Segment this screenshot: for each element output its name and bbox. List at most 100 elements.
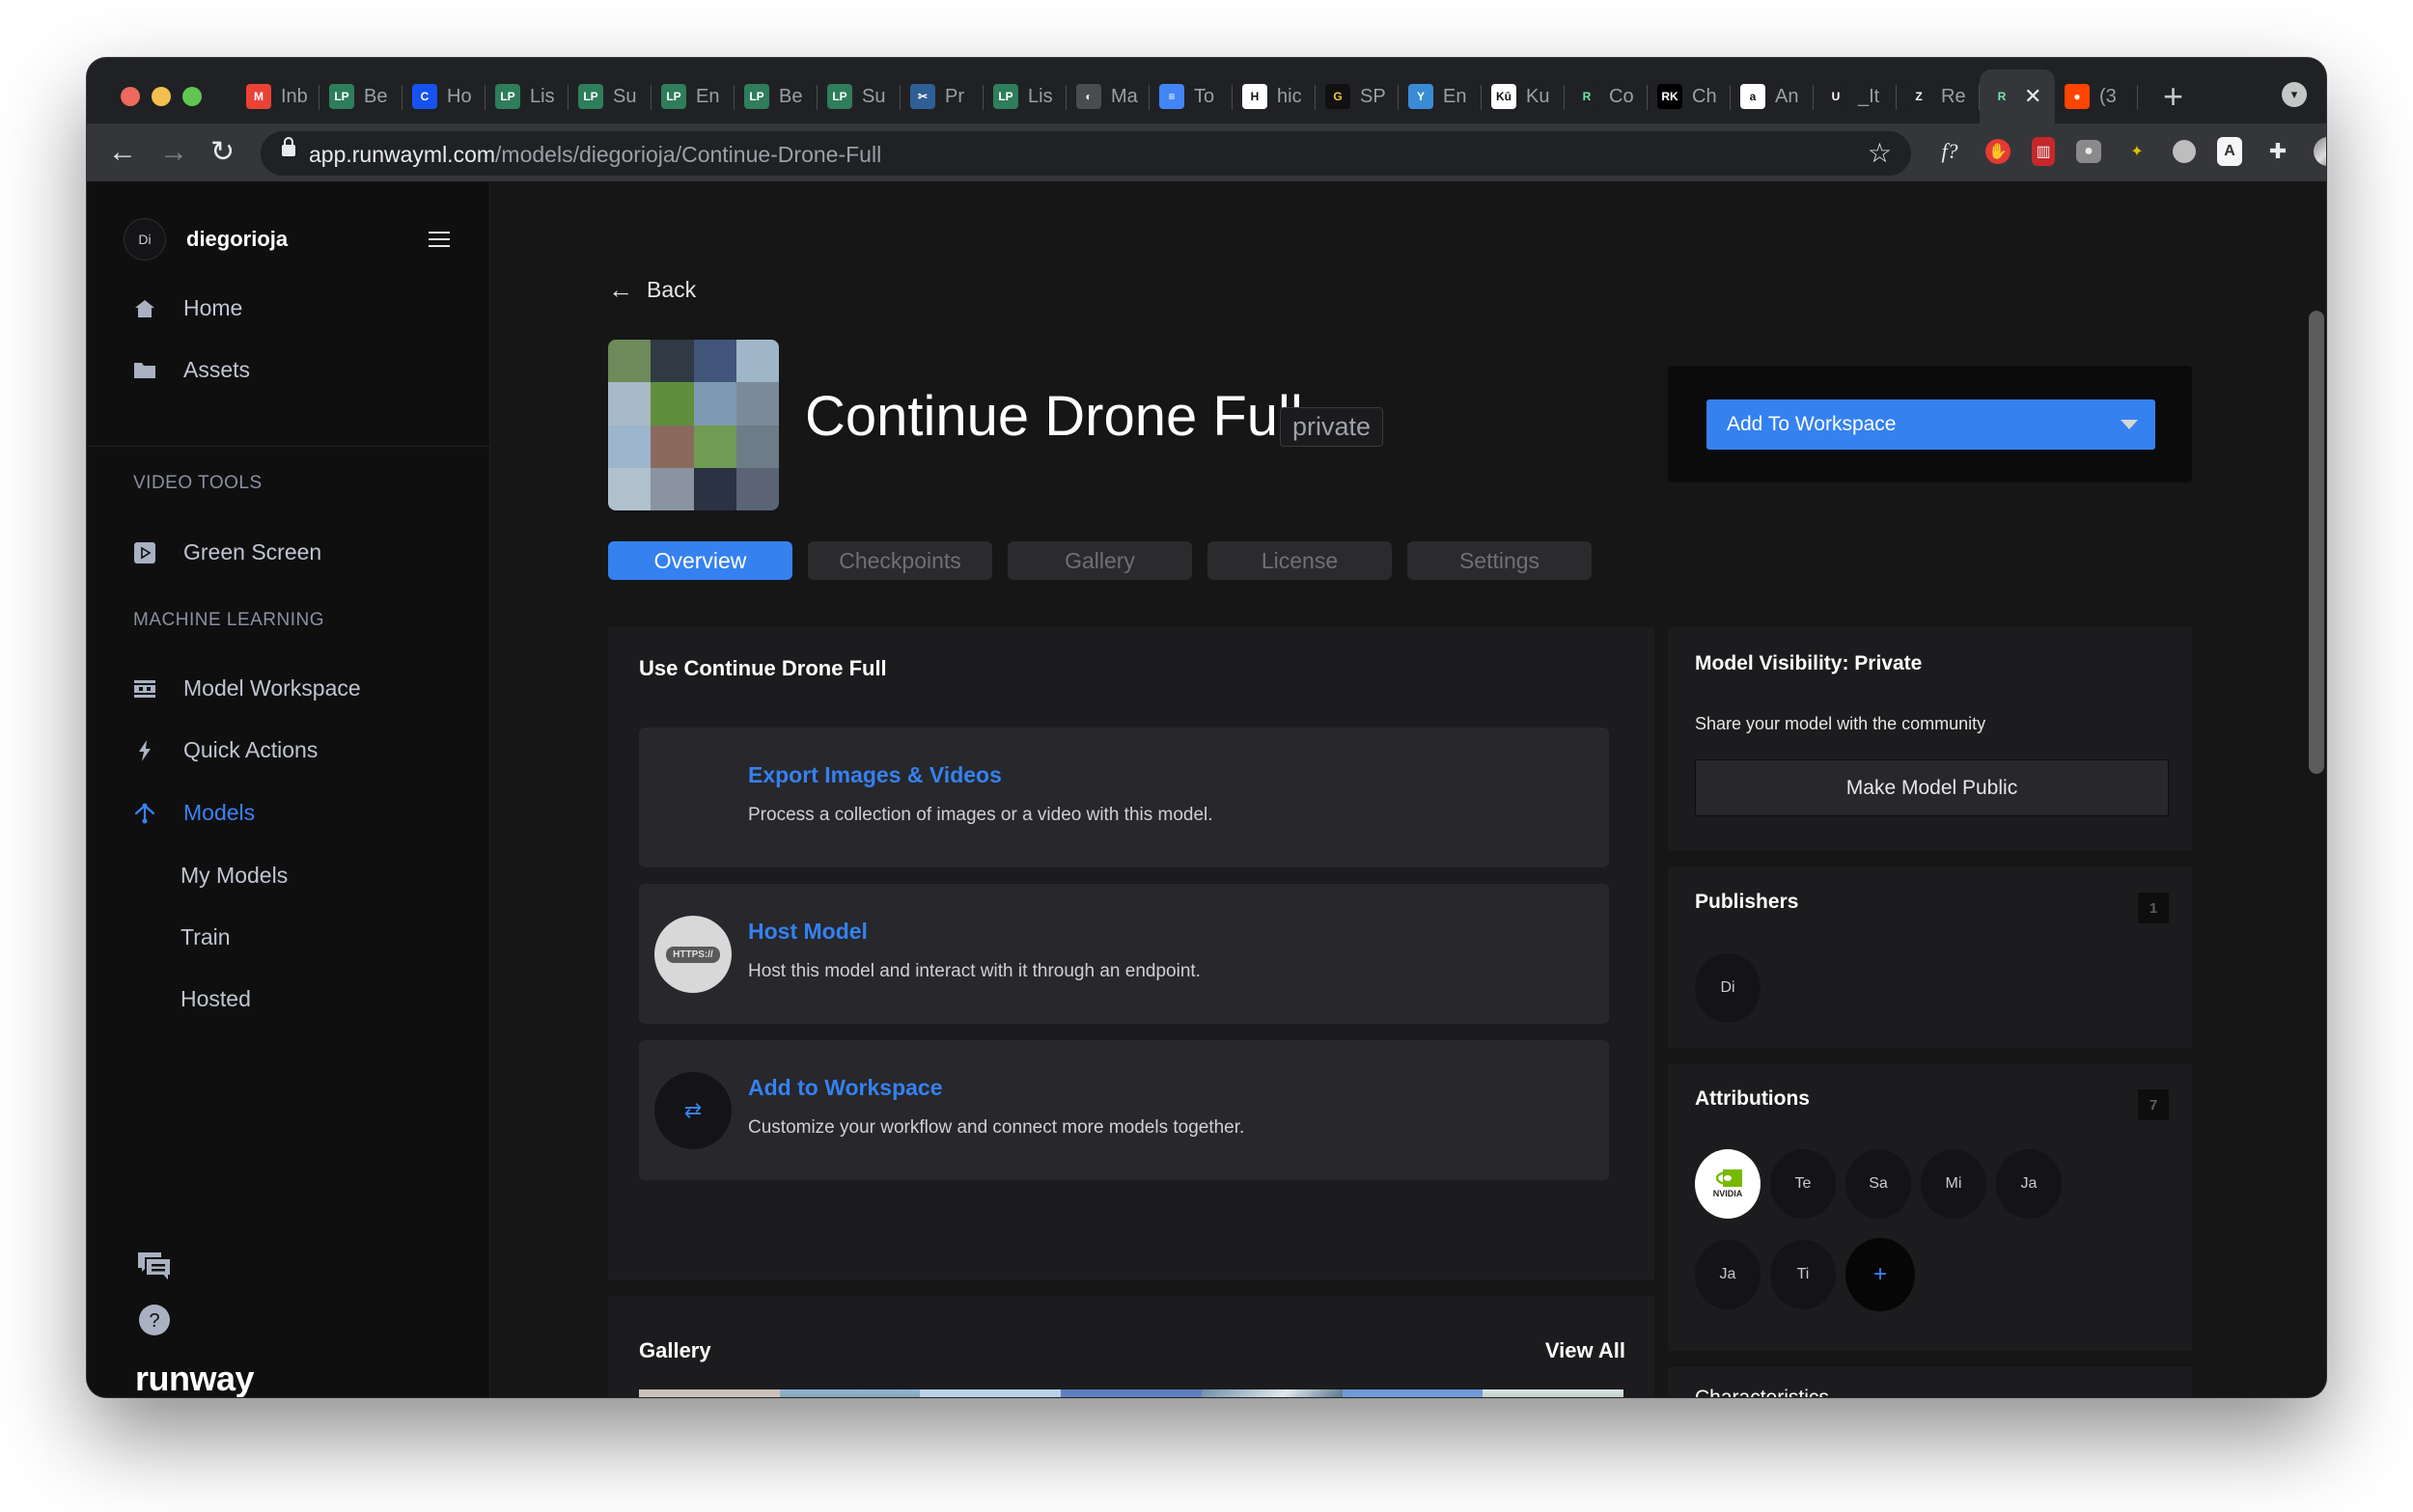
browser-tab[interactable]: Kū Ku (1482, 69, 1565, 124)
reload-icon[interactable]: ↻ (210, 135, 235, 170)
red-extension-icon[interactable]: ▥ (2032, 137, 2055, 166)
forward-arrow-icon[interactable]: → (159, 135, 188, 170)
sidebar-item-models[interactable]: Models (133, 800, 255, 826)
tab-license[interactable]: License (1207, 541, 1392, 580)
add-attribution-button[interactable]: + (1845, 1238, 1915, 1311)
browser-tab[interactable]: a An (1731, 69, 1814, 124)
sidebar-item-assets[interactable]: Assets (133, 357, 250, 383)
circle-extension-icon[interactable] (2173, 140, 2196, 163)
browser-tab[interactable]: LP Be (735, 69, 818, 124)
back-arrow-icon[interactable]: ← (108, 135, 137, 170)
attribution-avatar[interactable]: Ja (1996, 1149, 2062, 1219)
tab-gallery[interactable]: Gallery (1008, 541, 1192, 580)
browser-tab[interactable]: ● (3 (2055, 69, 2138, 124)
browser-tab[interactable]: G SP (1316, 69, 1399, 124)
tab-search-icon[interactable]: ▾ (2282, 82, 2307, 107)
sidebar-item-green-screen[interactable]: Green Screen (133, 539, 321, 565)
sidebar-subitem-hosted[interactable]: Hosted (180, 986, 251, 1012)
tab-title: Re (1941, 85, 1966, 107)
browser-tab[interactable]: LP Lis (984, 69, 1067, 124)
attribution-avatar[interactable]: Te (1770, 1149, 1836, 1219)
action-description: Customize your workflow and connect more… (748, 1117, 1245, 1138)
view-all-link[interactable]: View All (1545, 1338, 1625, 1363)
attribution-avatar[interactable]: Ja (1695, 1240, 1761, 1309)
url-text[interactable]: app.runwayml.com/models/diegorioja/Conti… (309, 142, 881, 168)
formula-extension-icon[interactable]: f? (1935, 137, 1964, 166)
sidebar-item-quick-actions[interactable]: Quick Actions (133, 737, 318, 763)
runway-logo[interactable]: runway (135, 1359, 255, 1397)
gallery-thumbnail[interactable] (1201, 1389, 1343, 1397)
add-to-workspace-card[interactable]: ⇄ Add to Workspace Customize your workfl… (639, 1040, 1609, 1180)
g-icon: G (1325, 84, 1350, 109)
chat-icon[interactable] (138, 1252, 173, 1288)
profile-avatar-icon[interactable] (2314, 137, 2326, 166)
browser-tab[interactable]: U _It (1814, 69, 1897, 124)
tab-settings[interactable]: Settings (1407, 541, 1592, 580)
browser-tab[interactable]: R Co (1565, 69, 1648, 124)
browser-tab[interactable]: R ✕ (1980, 69, 2055, 124)
gallery-thumbnail[interactable] (920, 1389, 1062, 1397)
color-extension-icon[interactable]: ✦ (2122, 137, 2151, 166)
tab-checkpoints[interactable]: Checkpoints (808, 541, 992, 580)
browser-tab[interactable]: Z Re (1897, 69, 1980, 124)
publisher-avatar[interactable]: Di (1695, 953, 1761, 1023)
help-icon[interactable]: ? (138, 1304, 171, 1341)
add-to-workspace-dropdown[interactable]: Add To Workspace (1706, 399, 2155, 450)
sidebar-item-model-workspace[interactable]: Model Workspace (133, 675, 361, 701)
browser-tab[interactable]: LP Be (319, 69, 402, 124)
browser-tab[interactable]: ◐ Ma (1067, 69, 1150, 124)
browser-tab[interactable]: LP Su (569, 69, 652, 124)
action-title[interactable]: Add to Workspace (748, 1075, 943, 1101)
font-extension-icon[interactable]: A (2217, 137, 2242, 166)
attribution-avatar[interactable]: Mi (1921, 1149, 1986, 1219)
make-model-public-button[interactable]: Make Model Public (1695, 759, 2169, 816)
browser-tab[interactable]: M Inb (236, 69, 319, 124)
menu-icon[interactable] (429, 232, 450, 247)
action-title[interactable]: Export Images & Videos (748, 762, 1002, 788)
tab-overview[interactable]: Overview (608, 541, 792, 580)
thumbnail-tile (608, 382, 652, 426)
runway-icon: R (1989, 84, 2014, 109)
attribution-avatar[interactable]: Ti (1770, 1240, 1836, 1309)
browser-tab[interactable]: RK Ch (1648, 69, 1731, 124)
browser-tab[interactable]: ≡ To (1150, 69, 1233, 124)
minimize-window-button[interactable] (152, 87, 171, 106)
browser-tab[interactable]: C Ho (402, 69, 485, 124)
close-window-button[interactable] (121, 87, 140, 106)
address-bar[interactable]: app.runwayml.com/models/diegorioja/Conti… (261, 131, 1911, 176)
lp-icon: LP (329, 84, 354, 109)
back-button[interactable]: ← Back (608, 275, 696, 305)
bookmark-star-icon[interactable]: ☆ (1868, 137, 1892, 169)
attribution-avatar[interactable]: Sa (1845, 1149, 1911, 1219)
gallery-thumbnail[interactable] (1342, 1389, 1484, 1397)
lightning-icon (133, 739, 156, 762)
sidebar-item-home[interactable]: Home (133, 295, 242, 321)
gallery-thumbnail[interactable] (1061, 1389, 1202, 1397)
action-description: Host this model and interact with it thr… (748, 961, 1201, 981)
maximize-window-button[interactable] (182, 87, 202, 106)
browser-tab[interactable]: LP En (652, 69, 735, 124)
new-tab-button[interactable]: + (2163, 76, 2183, 117)
sidebar-subitem-train[interactable]: Train (180, 924, 231, 950)
gallery-thumbnail[interactable] (639, 1389, 780, 1397)
close-tab-icon[interactable]: ✕ (2024, 84, 2041, 109)
action-title[interactable]: Host Model (748, 919, 868, 945)
gallery-thumbnail[interactable] (779, 1389, 921, 1397)
sidebar-subitem-my-models[interactable]: My Models (180, 863, 288, 889)
gallery-thumbnail[interactable] (1483, 1389, 1624, 1397)
page-scrollbar[interactable] (2309, 311, 2324, 774)
export-images-videos-card[interactable]: Export Images & Videos Process a collect… (639, 728, 1609, 867)
camera-extension-icon[interactable]: ● (2076, 140, 2101, 163)
nvidia-attribution-avatar[interactable]: NVIDIA (1695, 1149, 1761, 1219)
user-profile[interactable]: Di diegorioja (124, 218, 288, 261)
host-model-card[interactable]: HTTPS:// Host Model Host this model and … (639, 884, 1609, 1024)
lp-icon: LP (578, 84, 603, 109)
browser-tab[interactable]: ✂ Pr (901, 69, 984, 124)
browser-tab[interactable]: Hhic (1233, 69, 1316, 124)
browser-tab[interactable]: LP Su (818, 69, 901, 124)
puzzle-extension-icon[interactable]: ✚ (2263, 137, 2292, 166)
browser-tab[interactable]: LP Lis (485, 69, 569, 124)
tab-title: Be (779, 85, 803, 107)
browser-tab[interactable]: Y En (1399, 69, 1482, 124)
adblock-extension-icon[interactable]: ✋ (1985, 139, 2011, 164)
